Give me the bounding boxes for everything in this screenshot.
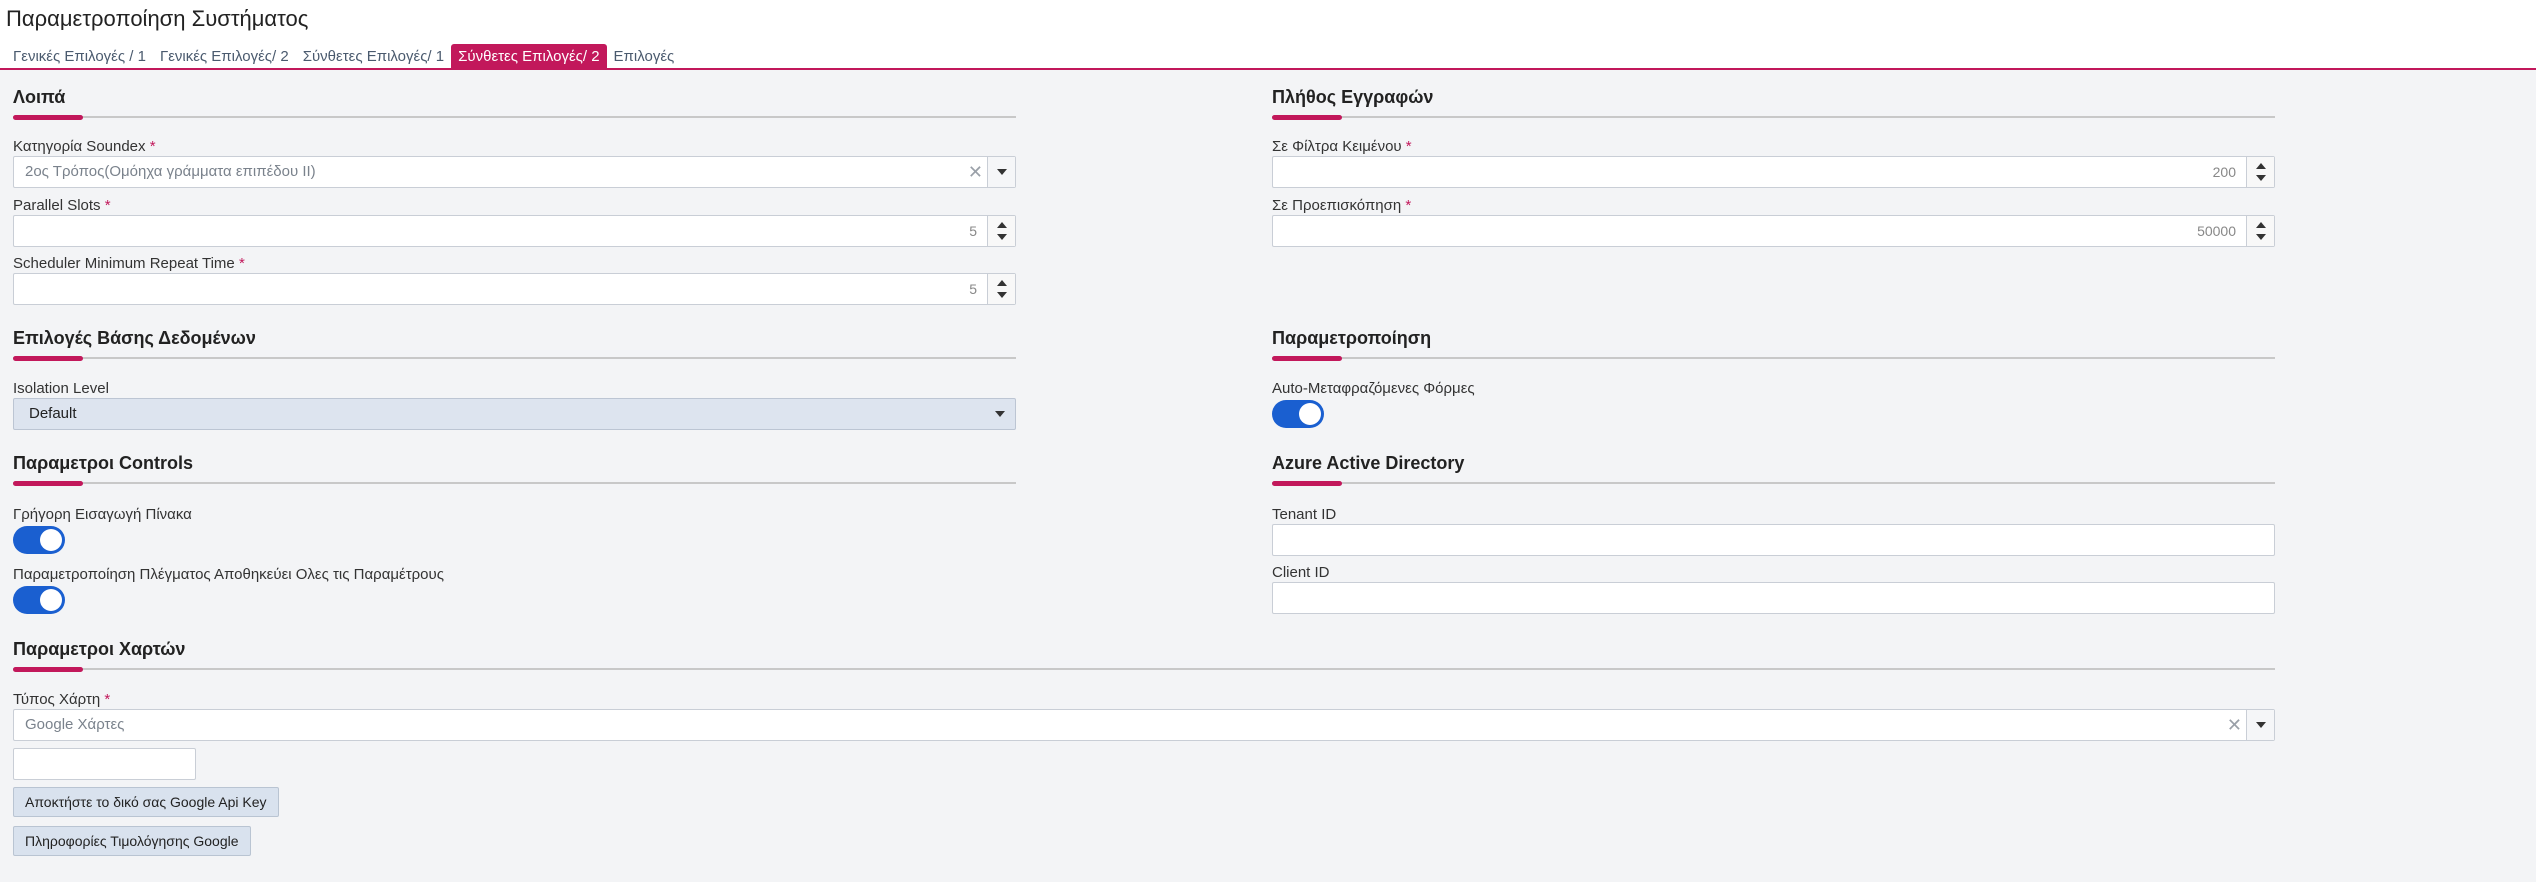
client-id-label: Client ID bbox=[1272, 564, 1330, 581]
section-divider bbox=[1272, 482, 2275, 484]
grid-save-label: Παραμετροποίηση Πλέγματος Αποθηκεύει Ολε… bbox=[13, 566, 444, 583]
chevron-down-icon bbox=[997, 169, 1007, 175]
preview-stepper[interactable] bbox=[2246, 216, 2274, 246]
preview-value: 50000 bbox=[2197, 223, 2236, 239]
preview-input[interactable]: 50000 bbox=[1272, 215, 2275, 247]
dropdown-button[interactable] bbox=[2246, 710, 2274, 740]
tenant-id-input[interactable] bbox=[1272, 524, 2275, 556]
soundex-value: 2ος Τρόπος(Ομόηχα γράμματα επιπέδου ΙΙ) bbox=[25, 163, 316, 180]
fast-insert-toggle[interactable] bbox=[13, 526, 65, 554]
section-record-count: Πλήθος Εγγραφών bbox=[1272, 87, 2275, 127]
section-title: Παραμετροι Controls bbox=[13, 453, 193, 473]
section-accent-bar bbox=[13, 481, 83, 486]
chevron-down-icon bbox=[995, 411, 1005, 417]
scheduler-input[interactable]: 5 bbox=[13, 273, 1016, 305]
page-header: Παραμετροποίηση Συστήματος Γενικές Επιλο… bbox=[0, 0, 2536, 70]
section-azure: Azure Active Directory bbox=[1272, 453, 2275, 493]
section-title: Παραμετροποίηση bbox=[1272, 328, 1432, 348]
section-database: Επιλογές Βάσης Δεδομένων bbox=[13, 328, 1016, 368]
caret-up-icon[interactable] bbox=[2256, 222, 2266, 228]
chevron-down-icon bbox=[2256, 722, 2266, 728]
section-title: Azure Active Directory bbox=[1272, 453, 1465, 473]
tab-options[interactable]: Επιλογές bbox=[607, 44, 682, 70]
fast-insert-label: Γρήγορη Εισαγωγή Πίνακα bbox=[13, 506, 192, 523]
get-api-key-button[interactable]: Αποκτήστε το δικό σας Google Api Key bbox=[13, 787, 279, 817]
parallel-slots-input[interactable]: 5 bbox=[13, 215, 1016, 247]
section-misc: Λοιπά bbox=[13, 87, 1016, 127]
parallel-slots-value: 5 bbox=[969, 223, 977, 239]
close-icon[interactable]: ✕ bbox=[2227, 710, 2242, 740]
toggle-knob bbox=[1299, 403, 1321, 425]
grid-save-toggle[interactable] bbox=[13, 586, 65, 614]
pricing-info-button[interactable]: Πληροφορίες Τιμολόγησης Google bbox=[13, 826, 251, 856]
preview-label: Σε Προεπισκόπηση * bbox=[1272, 197, 1412, 214]
parallel-slots-label: Parallel Slots * bbox=[13, 197, 111, 214]
soundex-select[interactable]: 2ος Τρόπος(Ομόηχα γράμματα επιπέδου ΙΙ) … bbox=[13, 156, 1016, 188]
tenant-id-label: Tenant ID bbox=[1272, 506, 1337, 523]
section-controls: Παραμετροι Controls bbox=[13, 453, 1016, 493]
section-divider bbox=[13, 482, 1016, 484]
text-filters-input[interactable]: 200 bbox=[1272, 156, 2275, 188]
section-title: Επιλογές Βάσης Δεδομένων bbox=[13, 328, 256, 348]
text-filters-value: 200 bbox=[2212, 164, 2236, 180]
dropdown-button[interactable] bbox=[987, 157, 1015, 187]
tab-general-2[interactable]: Γενικές Επιλογές/ 2 bbox=[153, 44, 296, 70]
section-divider bbox=[13, 357, 1016, 359]
caret-up-icon[interactable] bbox=[2256, 163, 2266, 169]
section-divider bbox=[1272, 357, 2275, 359]
section-title: Παραμετροι Χαρτών bbox=[13, 639, 186, 659]
tab-advanced-1[interactable]: Σύνθετες Επιλογές/ 1 bbox=[296, 44, 451, 70]
auto-translate-toggle[interactable] bbox=[1272, 400, 1324, 428]
isolation-select[interactable]: Default bbox=[13, 398, 1016, 430]
section-divider bbox=[1272, 116, 2275, 118]
caret-down-icon[interactable] bbox=[2256, 175, 2266, 181]
caret-up-icon[interactable] bbox=[997, 280, 1007, 286]
section-accent-bar bbox=[1272, 115, 1342, 120]
scheduler-value: 5 bbox=[969, 281, 977, 297]
caret-down-icon[interactable] bbox=[997, 292, 1007, 298]
section-maps: Παραμετροι Χαρτών bbox=[13, 639, 2275, 679]
map-type-label: Τύπος Χάρτη * bbox=[13, 691, 111, 708]
api-key-input[interactable] bbox=[13, 748, 196, 780]
section-title: Πλήθος Εγγραφών bbox=[1272, 87, 1434, 107]
scheduler-label: Scheduler Minimum Repeat Time * bbox=[13, 255, 245, 272]
isolation-value: Default bbox=[29, 405, 77, 422]
section-accent-bar bbox=[1272, 356, 1342, 361]
caret-down-icon[interactable] bbox=[2256, 234, 2266, 240]
auto-translate-label: Auto-Μεταφραζόμενες Φόρμες bbox=[1272, 380, 1475, 397]
tab-advanced-2[interactable]: Σύνθετες Επιλογές/ 2 bbox=[451, 44, 607, 70]
caret-down-icon[interactable] bbox=[997, 234, 1007, 240]
section-divider bbox=[13, 116, 1016, 118]
soundex-label: Κατηγορία Soundex * bbox=[13, 138, 156, 155]
client-id-input[interactable] bbox=[1272, 582, 2275, 614]
parallel-slots-stepper[interactable] bbox=[987, 216, 1015, 246]
toggle-knob bbox=[40, 529, 62, 551]
tab-bar: Γενικές Επιλογές / 1 Γενικές Επιλογές/ 2… bbox=[6, 44, 681, 70]
section-title: Λοιπά bbox=[13, 87, 66, 107]
section-divider bbox=[13, 668, 2275, 670]
section-accent-bar bbox=[13, 667, 83, 672]
tab-general-1[interactable]: Γενικές Επιλογές / 1 bbox=[6, 44, 153, 70]
map-type-select[interactable]: Google Χάρτες ✕ bbox=[13, 709, 2275, 741]
toggle-knob bbox=[40, 589, 62, 611]
text-filters-stepper[interactable] bbox=[2246, 157, 2274, 187]
section-accent-bar bbox=[13, 356, 83, 361]
scheduler-stepper[interactable] bbox=[987, 274, 1015, 304]
section-customization: Παραμετροποίηση bbox=[1272, 328, 2275, 368]
text-filters-label: Σε Φίλτρα Κειμένου * bbox=[1272, 138, 1412, 155]
section-accent-bar bbox=[13, 115, 83, 120]
caret-up-icon[interactable] bbox=[997, 222, 1007, 228]
map-type-value: Google Χάρτες bbox=[25, 716, 125, 733]
isolation-label: Isolation Level bbox=[13, 380, 109, 397]
page-title: Παραμετροποίηση Συστήματος bbox=[6, 6, 309, 31]
close-icon[interactable]: ✕ bbox=[968, 157, 983, 187]
section-accent-bar bbox=[1272, 481, 1342, 486]
